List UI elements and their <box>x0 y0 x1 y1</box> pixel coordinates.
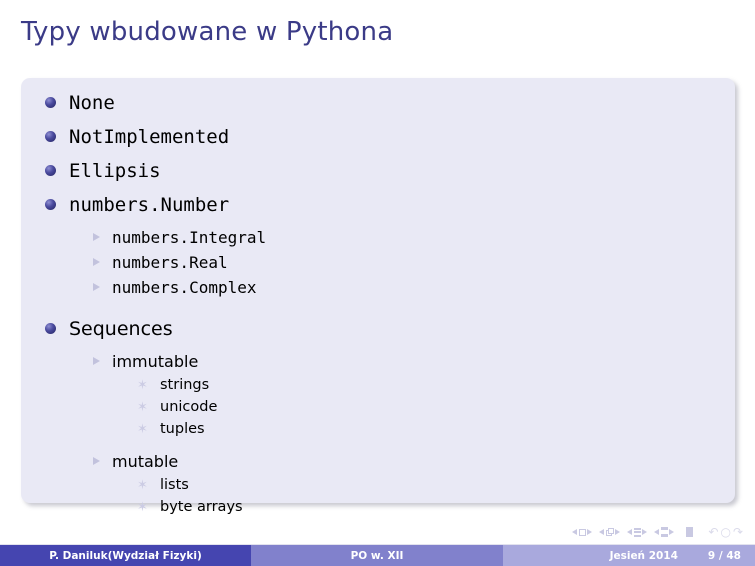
list-item: Ellipsis <box>45 160 161 182</box>
list-item-label: mutable <box>112 452 179 471</box>
list-item: immutable <box>93 352 198 371</box>
list-item: ✶ byte arrays <box>137 499 243 515</box>
section-prev-icon[interactable] <box>654 529 660 535</box>
list-item-label: Ellipsis <box>69 160 161 182</box>
list-item-label: numbers.Number <box>69 194 230 216</box>
list-item: numbers.Number <box>45 194 229 216</box>
list-item-label: unicode <box>160 399 218 415</box>
back-icon[interactable]: ↶ <box>708 526 718 538</box>
section-nav-group[interactable] <box>654 527 675 537</box>
ball-bullet-icon <box>45 199 56 210</box>
list-item: numbers.Complex <box>93 278 257 297</box>
star-bullet-icon: ✶ <box>137 422 148 437</box>
section-icon[interactable] <box>660 527 668 537</box>
list-item: ✶ unicode <box>137 399 217 415</box>
footer: P. Daniluk(Wydział Fizyki) PO w. XII Jes… <box>0 545 755 566</box>
list-item: ✶ lists <box>137 477 189 493</box>
subsection-prev-icon[interactable] <box>627 529 633 535</box>
list-item: Sequences <box>45 318 173 340</box>
list-item: numbers.Real <box>93 253 228 272</box>
star-bullet-icon: ✶ <box>137 378 148 393</box>
list-item: NotImplemented <box>45 126 229 148</box>
subsection-icon[interactable] <box>633 527 641 537</box>
list-item-label: tuples <box>160 421 205 437</box>
history-nav-group[interactable]: ↶ ○ ↷ <box>708 526 743 538</box>
star-bullet-icon: ✶ <box>137 500 148 515</box>
ball-bullet-icon <box>45 131 56 142</box>
triangle-bullet-icon <box>93 357 100 365</box>
list-item: ✶ tuples <box>137 421 205 437</box>
beamer-navigation-bar[interactable]: ↶ ○ ↷ <box>572 526 743 538</box>
frame-next-icon[interactable] <box>615 529 621 535</box>
footer-date-page: Jesień 2014 9 / 48 <box>503 545 755 566</box>
list-item-label: numbers.Complex <box>112 278 257 297</box>
star-bullet-icon: ✶ <box>137 478 148 493</box>
doc-icon[interactable] <box>686 527 694 537</box>
ball-bullet-icon <box>45 323 56 334</box>
list-item-label: NotImplemented <box>69 126 230 148</box>
slide-nav-group[interactable] <box>572 528 593 536</box>
slide-icon[interactable] <box>578 528 586 536</box>
frame-icon[interactable] <box>605 528 614 536</box>
subsection-next-icon[interactable] <box>642 529 648 535</box>
slide-prev-icon[interactable] <box>572 529 578 535</box>
content-block: None NotImplemented Ellipsis numbers.Number… <box>21 78 735 515</box>
list-item-label: None <box>69 92 115 114</box>
slide-next-icon[interactable] <box>587 529 593 535</box>
forward-icon[interactable]: ↷ <box>733 526 743 538</box>
list-item: ✶ strings <box>137 377 209 393</box>
frame-nav-group[interactable] <box>599 528 621 536</box>
search-icon[interactable]: ○ <box>720 526 730 538</box>
footer-talk-title: PO w. XII <box>251 545 503 566</box>
list-item: mutable <box>93 452 178 471</box>
list-item-label: numbers.Real <box>112 253 228 272</box>
subsection-nav-group[interactable] <box>627 527 648 537</box>
triangle-bullet-icon <box>93 457 100 465</box>
page-title: Typy wbudowane w Pythona <box>21 17 394 47</box>
list-item: numbers.Integral <box>93 228 266 247</box>
footer-page-number: 9 / 48 <box>707 549 741 562</box>
section-next-icon[interactable] <box>669 529 675 535</box>
triangle-bullet-icon <box>93 283 100 291</box>
list-item-label: lists <box>160 477 189 493</box>
list-item-label: strings <box>160 377 210 393</box>
list-item-label: numbers.Integral <box>112 228 267 247</box>
slide: Typy wbudowane w Pythona None NotImplemen… <box>0 0 755 566</box>
ball-bullet-icon <box>45 165 56 176</box>
frame-prev-icon[interactable] <box>599 529 605 535</box>
list-item-label: Sequences <box>69 318 173 340</box>
triangle-bullet-icon <box>93 258 100 266</box>
list-item-label: byte arrays <box>160 499 243 515</box>
bullet-list: None NotImplemented Ellipsis numbers.Number… <box>21 78 735 515</box>
footer-date: Jesień 2014 <box>609 549 678 562</box>
list-item-label: immutable <box>112 352 199 371</box>
star-bullet-icon: ✶ <box>137 400 148 415</box>
ball-bullet-icon <box>45 97 56 108</box>
list-item: None <box>45 92 115 114</box>
triangle-bullet-icon <box>93 233 100 241</box>
footer-author: P. Daniluk(Wydział Fizyki) <box>0 545 251 566</box>
